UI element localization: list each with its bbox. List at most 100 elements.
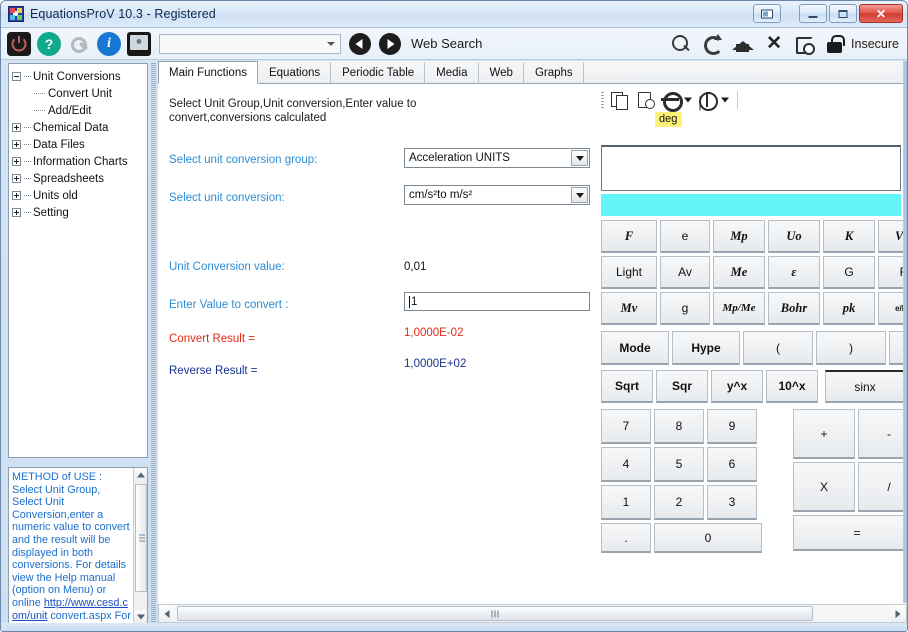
tab-periodic-table[interactable]: Periodic Table (331, 62, 426, 83)
calculator-display[interactable] (601, 145, 901, 191)
key-Hype[interactable]: Hype (672, 331, 740, 365)
expand-toggle-icon[interactable] (12, 123, 21, 132)
horizontal-scrollbar[interactable] (158, 604, 907, 623)
key-multiply[interactable]: X (793, 462, 855, 512)
key-Av[interactable]: Av (660, 256, 710, 289)
power-icon[interactable] (7, 31, 31, 56)
key-7[interactable]: 7 (601, 409, 651, 444)
panel-splitter[interactable] (151, 63, 156, 625)
unit-conversion-select[interactable]: cm/s²to m/s² (404, 185, 590, 205)
expand-toggle-icon[interactable] (12, 157, 21, 166)
chevron-down-icon[interactable] (571, 187, 588, 203)
close-x-icon[interactable]: ✕ (761, 32, 787, 56)
key-close-paren[interactable]: ) (816, 331, 886, 365)
scroll-thumb[interactable] (135, 484, 147, 592)
gear-icon[interactable] (658, 89, 683, 112)
sidebar-item-convert-unit[interactable]: Convert Unit (34, 85, 145, 102)
sidebar-item-add-edit[interactable]: Add/Edit (34, 102, 145, 119)
key-decimal-point[interactable]: . (601, 523, 651, 553)
help-scrollbar[interactable] (133, 468, 147, 624)
key-K[interactable]: K (823, 220, 875, 253)
tab-equations[interactable]: Equations (258, 62, 332, 83)
key-Mp-Me[interactable]: Mp/Me (713, 292, 765, 325)
key-Mp[interactable]: Mp (713, 220, 765, 253)
new-document-icon[interactable] (633, 89, 657, 111)
sidebar-item-unit-conversions[interactable]: Unit Conversions (12, 68, 145, 85)
key-5[interactable]: 5 (654, 447, 704, 482)
close-button[interactable]: ✕ (859, 4, 903, 23)
chevron-down-icon[interactable] (571, 150, 588, 166)
forward-arrow-icon[interactable] (379, 32, 401, 55)
expand-toggle-icon[interactable] (12, 208, 21, 217)
key-6[interactable]: 6 (707, 447, 757, 482)
key-Sqr[interactable]: Sqr (656, 370, 708, 403)
key-2[interactable]: 2 (654, 485, 704, 520)
chevron-down-icon[interactable] (720, 89, 730, 111)
sidebar-item-spreadsheets[interactable]: Spreadsheets (12, 170, 145, 187)
help-icon[interactable] (37, 31, 61, 56)
collapse-toggle-icon[interactable] (12, 72, 21, 81)
chevron-down-icon[interactable] (683, 89, 693, 111)
sidebar-item-units-old[interactable]: Units old (12, 187, 145, 204)
key-Bohr[interactable]: Bohr (768, 292, 820, 325)
key-3[interactable]: 3 (707, 485, 757, 520)
value-input[interactable]: 1 (404, 292, 590, 311)
sidebar-item-data-files[interactable]: Data Files (12, 136, 145, 153)
key-0[interactable]: 0 (654, 523, 762, 553)
key-open-paren[interactable]: ( (743, 331, 813, 365)
tab-graphs[interactable]: Graphs (524, 62, 584, 83)
key-Light[interactable]: Light (601, 256, 657, 289)
tab-web[interactable]: Web (479, 62, 524, 83)
maximize-button[interactable] (829, 4, 857, 23)
refresh-icon[interactable] (699, 32, 725, 56)
sidebar-item-information-charts[interactable]: Information Charts (12, 153, 145, 170)
key-F[interactable]: F (601, 220, 657, 253)
scroll-track[interactable] (175, 605, 890, 622)
expand-toggle-icon[interactable] (12, 140, 21, 149)
sidebar-item-setting[interactable]: Setting (12, 204, 145, 221)
key-10-pow-x[interactable]: 10^x (766, 370, 818, 403)
key-sinx[interactable]: sinx (825, 370, 905, 403)
key-Me[interactable]: Me (713, 256, 765, 289)
expand-toggle-icon[interactable] (12, 174, 21, 183)
key-plus[interactable]: + (793, 409, 855, 459)
key-y-pow-x[interactable]: y^x (711, 370, 763, 403)
home-icon[interactable] (730, 32, 756, 56)
key-divide[interactable]: / (858, 462, 907, 512)
key-equals[interactable]: = (793, 515, 907, 551)
copy-icon[interactable] (608, 89, 632, 111)
key-9[interactable]: 9 (707, 409, 757, 444)
scroll-up-icon[interactable] (134, 468, 147, 482)
globe-icon[interactable] (695, 89, 719, 111)
scroll-thumb[interactable] (177, 606, 813, 621)
monitor-icon[interactable] (127, 31, 151, 56)
key-Uo[interactable]: Uo (768, 220, 820, 253)
unit-group-select[interactable]: Acceleration UNITS (404, 148, 590, 168)
key-pk[interactable]: pk (823, 292, 875, 325)
sidebar-item-chemical-data[interactable]: Chemical Data (12, 119, 145, 136)
expand-toggle-icon[interactable] (12, 191, 21, 200)
key-minus[interactable]: - (858, 409, 907, 459)
key-G[interactable]: G (823, 256, 875, 289)
address-combobox[interactable] (159, 33, 341, 54)
search-icon[interactable] (668, 32, 694, 56)
key-e[interactable]: e (660, 220, 710, 253)
restore-window-button[interactable] (753, 4, 781, 23)
scroll-right-icon[interactable] (890, 605, 906, 622)
back-arrow-icon[interactable] (349, 32, 371, 55)
settings-icon[interactable] (67, 32, 91, 56)
key-Mv[interactable]: Mv (601, 292, 657, 325)
tab-main-functions[interactable]: Main Functions (158, 61, 258, 84)
key-epsilon[interactable]: ε (768, 256, 820, 289)
key-Sqrt[interactable]: Sqrt (601, 370, 653, 403)
key-4[interactable]: 4 (601, 447, 651, 482)
tab-media[interactable]: Media (425, 62, 479, 83)
unlock-icon[interactable] (823, 32, 849, 56)
key-8[interactable]: 8 (654, 409, 704, 444)
info-icon[interactable] (97, 31, 121, 56)
scroll-left-icon[interactable] (159, 605, 175, 622)
key-1[interactable]: 1 (601, 485, 651, 520)
key-Mode[interactable]: Mode (601, 331, 669, 365)
minimize-button[interactable] (799, 4, 827, 23)
scroll-down-icon[interactable] (134, 610, 147, 624)
